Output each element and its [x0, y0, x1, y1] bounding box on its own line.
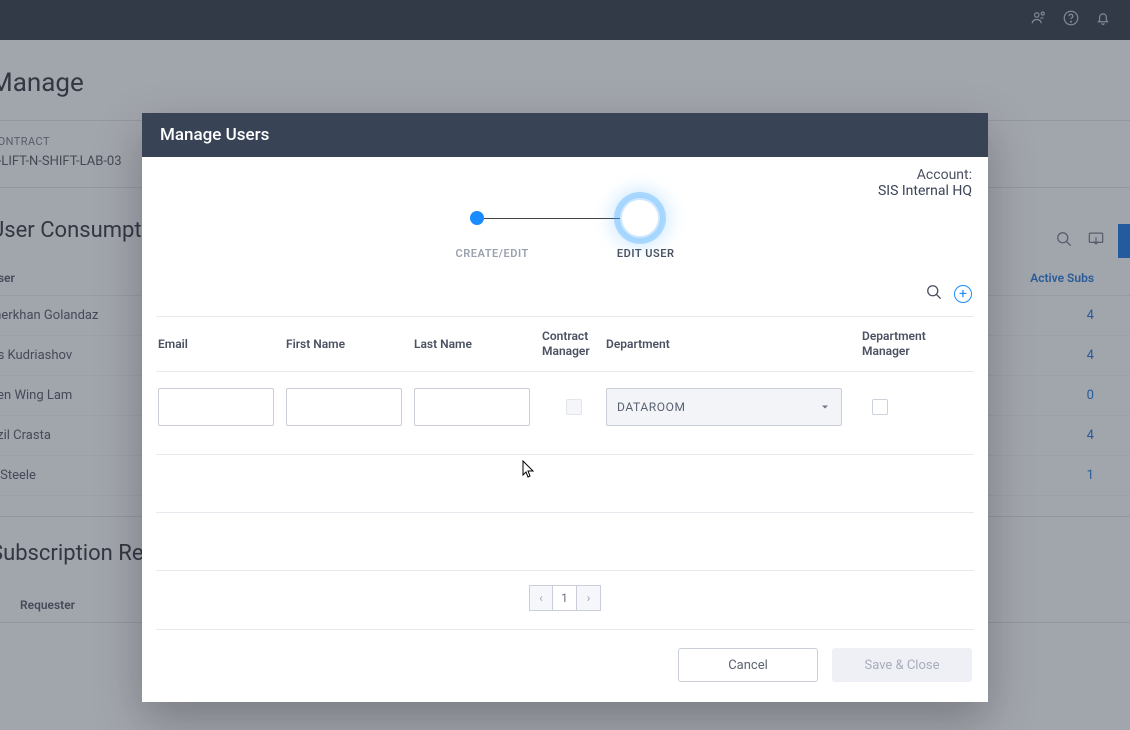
column-header-contract-manager: Contract Manager [542, 329, 606, 359]
add-user-button[interactable]: + [954, 285, 972, 303]
grid-row: DATAROOM [156, 372, 974, 455]
column-header-department-manager: Department Manager [842, 329, 930, 359]
pager-prev-button[interactable]: ‹ [529, 585, 553, 611]
save-and-close-button: Save & Close [832, 648, 972, 682]
stepper [156, 195, 974, 241]
step-dot-create [470, 211, 484, 225]
grid-toolbar: + [156, 278, 974, 316]
modal-overlay: Manage Users Account: SIS Internal HQ CR… [0, 0, 1130, 730]
empty-row [156, 513, 974, 571]
pager: ‹ 1 › [156, 571, 974, 630]
manage-users-modal: Manage Users Account: SIS Internal HQ CR… [142, 113, 988, 702]
step-labels: CREATE/EDIT EDIT USER [156, 247, 974, 260]
chevron-down-icon [819, 401, 831, 413]
pager-next-button[interactable]: › [577, 585, 601, 611]
email-input[interactable] [158, 388, 274, 426]
step-label-create: CREATE/EDIT [455, 247, 528, 260]
department-select[interactable]: DATAROOM [606, 388, 842, 426]
contract-manager-checkbox[interactable] [566, 399, 582, 415]
modal-title: Manage Users [142, 113, 988, 157]
cancel-button[interactable]: Cancel [678, 648, 818, 682]
department-selected-value: DATAROOM [617, 400, 686, 414]
modal-footer: Cancel Save & Close [142, 630, 988, 702]
column-header-email: Email [158, 337, 286, 352]
search-icon[interactable] [924, 282, 944, 306]
first-name-input[interactable] [286, 388, 402, 426]
step-circle-edit [620, 198, 660, 238]
step-connector [484, 218, 620, 219]
account-label: Account: [878, 167, 972, 183]
column-header-first-name: First Name [286, 337, 414, 352]
column-header-last-name: Last Name [414, 337, 542, 352]
grid-header: Email First Name Last Name Contract Mana… [156, 316, 974, 372]
step-label-edit: EDIT USER [617, 247, 675, 260]
pager-page-1-button[interactable]: 1 [553, 585, 577, 611]
last-name-input[interactable] [414, 388, 530, 426]
department-manager-checkbox[interactable] [872, 399, 888, 415]
column-header-department: Department [606, 337, 842, 352]
empty-row [156, 455, 974, 513]
